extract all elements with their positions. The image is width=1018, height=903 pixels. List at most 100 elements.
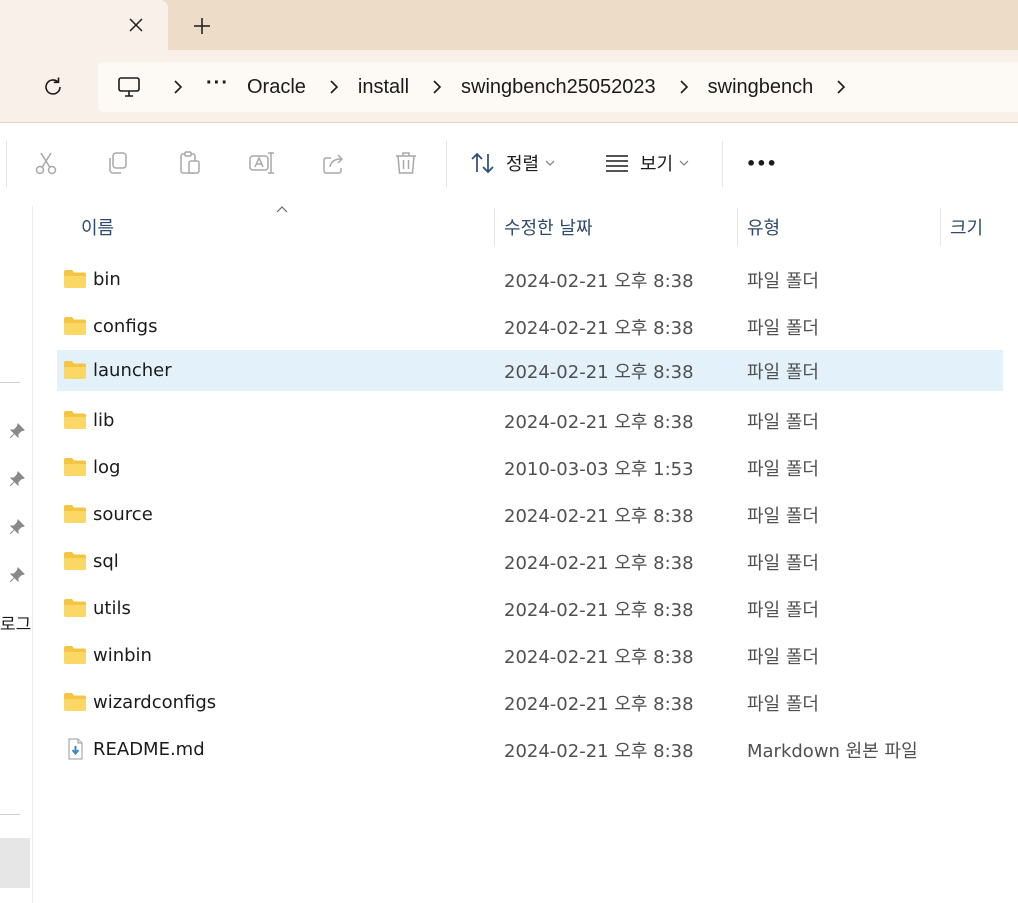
sort-menu-button[interactable]: 정렬 [470, 145, 555, 181]
list-view-icon [606, 155, 628, 172]
column-header-type[interactable]: 유형 [747, 206, 780, 248]
list-item[interactable]: winbin 2024-02-21 오후 8:38 파일 폴더 [57, 635, 1003, 676]
nav-divider [0, 814, 20, 815]
file-name: configs [93, 316, 158, 337]
list-item[interactable]: utils 2024-02-21 오후 8:38 파일 폴더 [57, 588, 1003, 629]
copy-button[interactable] [100, 145, 136, 181]
file-name: launcher [93, 360, 172, 381]
active-tab[interactable] [0, 0, 168, 50]
folder-icon [64, 646, 86, 664]
toolbar-divider [6, 141, 7, 187]
list-item-selected[interactable]: launcher 2024-02-21 오후 8:38 파일 폴더 [57, 350, 1003, 391]
breadcrumb-item-swingbench25052023[interactable]: swingbench25052023 [461, 76, 656, 99]
list-item[interactable]: source 2024-02-21 오후 8:38 파일 폴더 [57, 494, 1003, 535]
list-item[interactable]: configs 2024-02-21 오후 8:38 파일 폴더 [57, 306, 1003, 347]
pin-icon[interactable] [8, 422, 26, 440]
column-resize-handle[interactable] [737, 208, 738, 246]
file-modified: 2024-02-21 오후 8:38 [504, 361, 694, 383]
address-bar[interactable]: ··· Oracle install swingbench25052023 sw… [98, 62, 1018, 112]
file-modified: 2024-02-21 오후 8:38 [504, 505, 694, 527]
refresh-icon [45, 77, 61, 95]
file-name: utils [93, 598, 131, 619]
list-item[interactable]: README.md 2024-02-21 오후 8:38 Markdown 원본… [57, 729, 1003, 770]
file-name: bin [93, 269, 121, 290]
list-item[interactable]: log 2010-03-03 오후 1:53 파일 폴더 [57, 447, 1003, 488]
pin-icon[interactable] [8, 518, 26, 536]
cut-button[interactable] [28, 145, 64, 181]
list-item[interactable]: wizardconfigs 2024-02-21 오후 8:38 파일 폴더 [57, 682, 1003, 723]
view-menu-button[interactable]: 보기 [604, 145, 689, 181]
clipboard-icon [180, 151, 200, 174]
sort-arrows-icon [471, 152, 494, 174]
nav-item-selected[interactable] [0, 838, 30, 888]
file-name: wizardconfigs [93, 692, 217, 713]
file-type: 파일 폴더 [747, 411, 819, 433]
breadcrumb-separator[interactable] [320, 70, 348, 104]
breadcrumb-overflow-button[interactable]: ··· [206, 72, 229, 95]
command-bar: 정렬 보기 ••• [0, 122, 1018, 207]
column-header-name[interactable]: 이름 [81, 206, 114, 248]
breadcrumb-separator[interactable] [827, 70, 855, 104]
breadcrumb-item-oracle[interactable]: Oracle [247, 76, 306, 99]
pin-icon[interactable] [8, 470, 26, 488]
file-type: 파일 폴더 [747, 270, 819, 292]
scissors-icon [35, 152, 57, 175]
file-modified: 2024-02-21 오후 8:38 [504, 693, 694, 715]
file-type: 파일 폴더 [747, 599, 819, 621]
file-name: winbin [93, 645, 152, 666]
view-menu-label: 보기 [640, 154, 674, 175]
pin-icon[interactable] [8, 566, 26, 584]
chevron-down-icon [679, 160, 689, 166]
navigation-bar: ··· Oracle install swingbench25052023 sw… [0, 50, 1018, 122]
file-type: 파일 폴더 [747, 458, 819, 480]
close-tab-button[interactable] [122, 11, 150, 39]
breadcrumb-item-install[interactable]: install [358, 76, 409, 99]
file-type: 파일 폴더 [747, 552, 819, 574]
folder-icon [64, 270, 86, 288]
new-tab-button[interactable] [188, 12, 216, 40]
list-item[interactable]: bin 2024-02-21 오후 8:38 파일 폴더 [57, 259, 1003, 300]
breadcrumb-separator[interactable] [423, 70, 451, 104]
nav-divider [0, 382, 20, 383]
column-resize-handle[interactable] [494, 208, 495, 246]
folder-icon [64, 458, 86, 476]
file-type: 파일 폴더 [747, 693, 819, 715]
sort-menu-label: 정렬 [506, 154, 540, 175]
file-modified: 2024-02-21 오후 8:38 [504, 646, 694, 668]
rename-button[interactable] [244, 145, 280, 181]
column-header-modified[interactable]: 수정한 날짜 [504, 206, 593, 248]
file-type: Markdown 원본 파일 [747, 740, 918, 762]
navigation-pane: 로그륨 [0, 206, 33, 903]
list-item[interactable]: sql 2024-02-21 오후 8:38 파일 폴더 [57, 541, 1003, 582]
file-modified: 2024-02-21 오후 8:38 [504, 411, 694, 433]
sort-ascending-icon [276, 206, 288, 213]
copy-icon [109, 152, 127, 174]
this-pc-button[interactable] [112, 70, 146, 104]
file-name: lib [93, 410, 115, 431]
column-headers: 이름 수정한 날짜 유형 크기 [33, 206, 1018, 248]
list-item[interactable]: lib 2024-02-21 오후 8:38 파일 폴더 [57, 400, 1003, 441]
close-icon [129, 18, 143, 32]
paste-button[interactable] [172, 145, 208, 181]
chevron-right-icon [433, 80, 442, 94]
chevron-right-icon [174, 80, 183, 94]
breadcrumb-separator[interactable] [164, 70, 192, 104]
breadcrumb-item-swingbench[interactable]: swingbench [708, 76, 814, 99]
markdown-file-icon [68, 738, 83, 760]
file-modified: 2024-02-21 오후 8:38 [504, 270, 694, 292]
folder-icon [64, 361, 86, 379]
more-options-button[interactable]: ••• [746, 145, 777, 181]
folder-icon [64, 599, 86, 617]
share-button[interactable] [316, 145, 352, 181]
nav-item-clipped-label[interactable]: 로그륨 [0, 610, 32, 635]
folder-icon [64, 505, 86, 523]
column-header-size[interactable]: 크기 [950, 206, 983, 248]
breadcrumb-separator[interactable] [670, 70, 698, 104]
toolbar-divider [446, 141, 447, 187]
plus-icon [194, 18, 210, 34]
refresh-button[interactable] [38, 72, 68, 102]
chevron-right-icon [680, 80, 688, 94]
column-resize-handle[interactable] [940, 208, 941, 246]
file-name: sql [93, 551, 119, 572]
delete-button[interactable] [388, 145, 424, 181]
